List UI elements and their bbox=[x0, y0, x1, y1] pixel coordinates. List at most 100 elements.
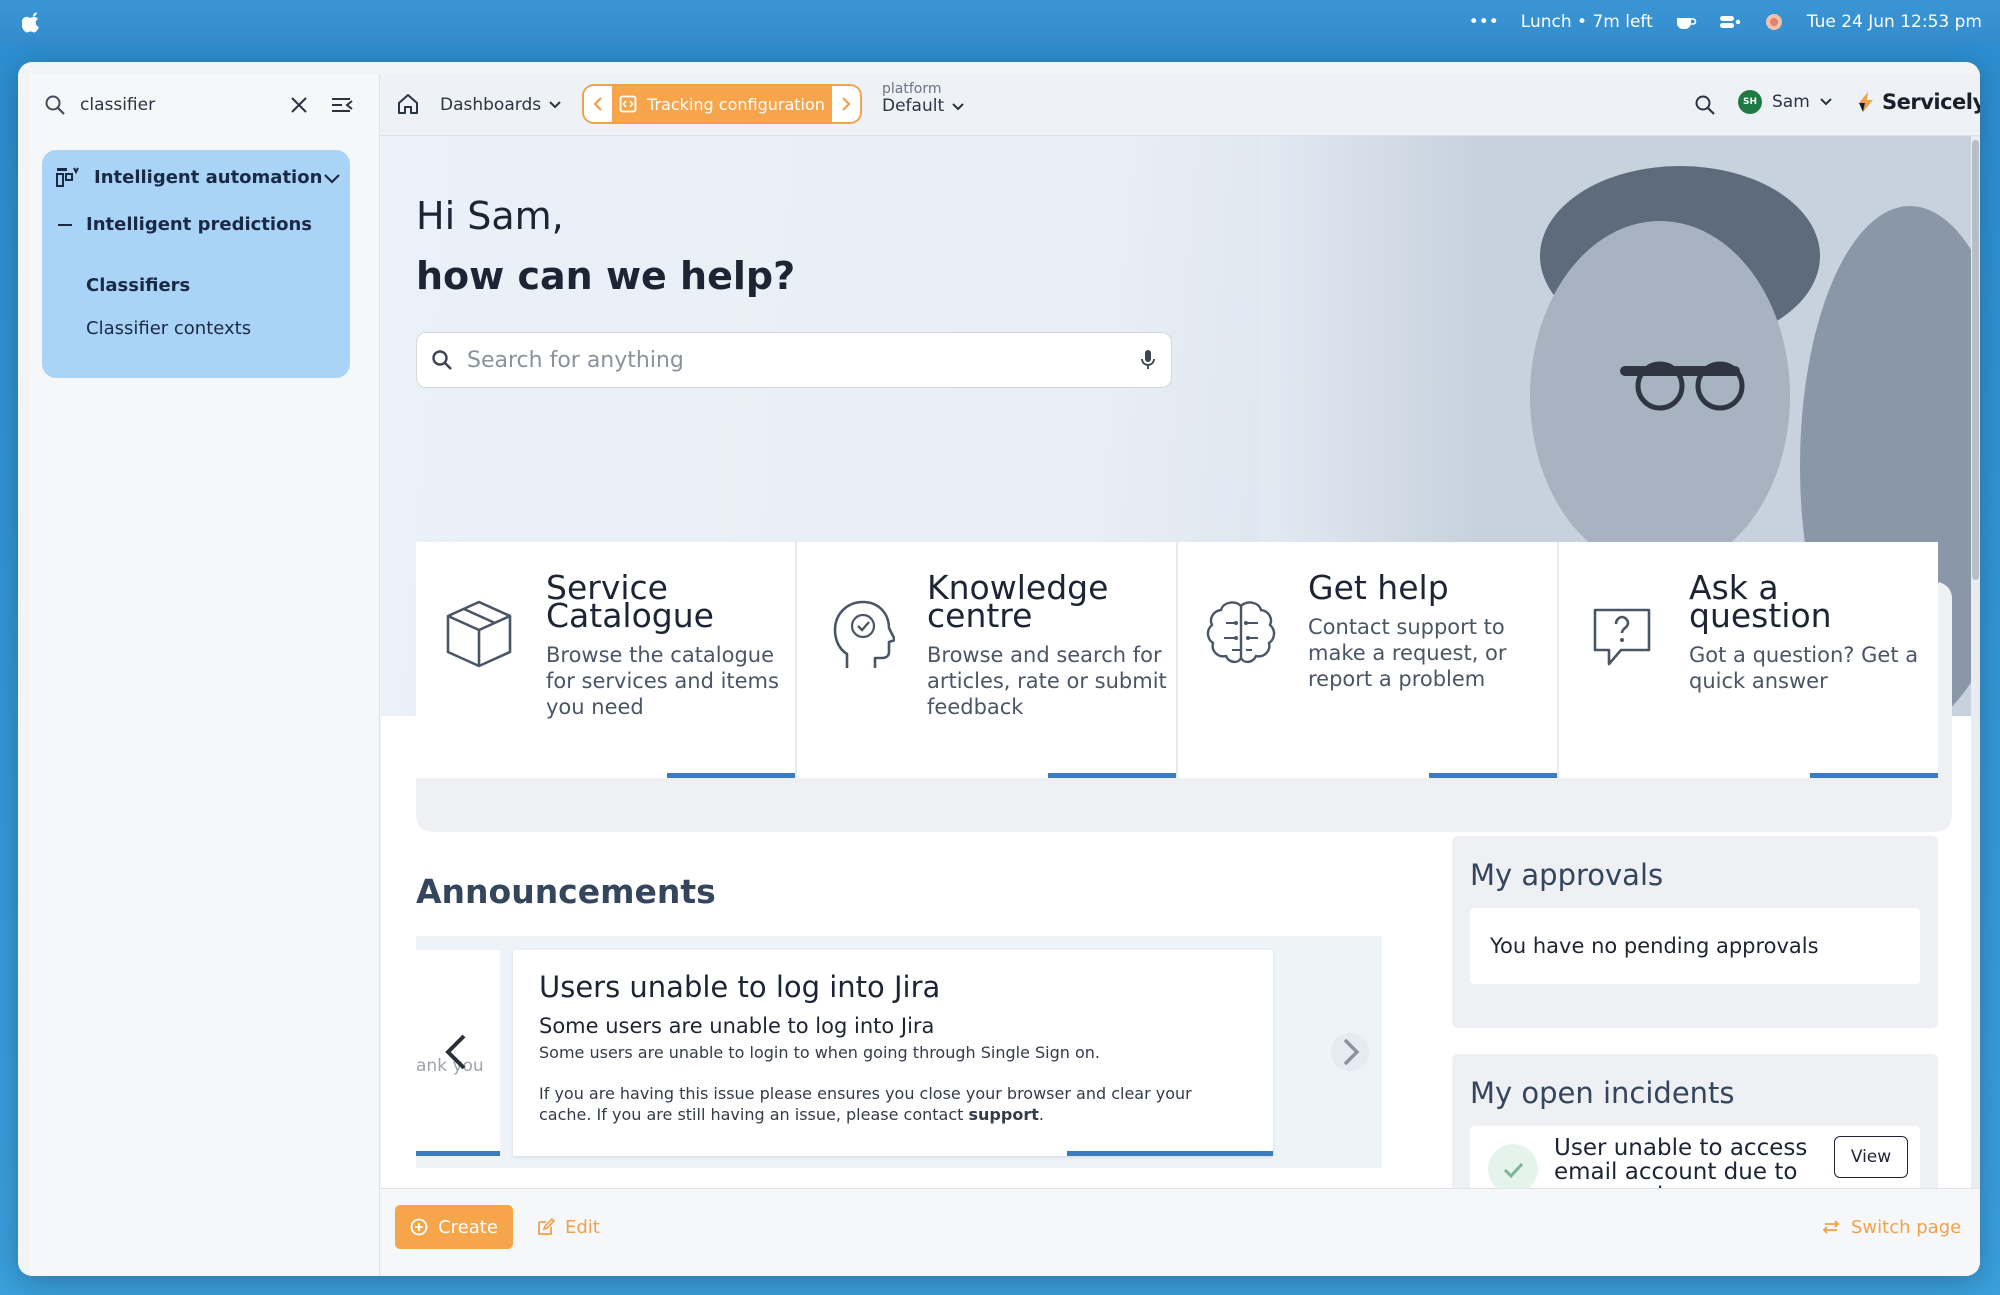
chevron-down-icon bbox=[549, 101, 561, 109]
chevron-right-icon bbox=[842, 97, 851, 111]
brand-name: Servicely bbox=[1882, 90, 1980, 114]
search-icon[interactable] bbox=[1694, 94, 1716, 116]
user-name: Sam bbox=[1772, 92, 1810, 112]
app-window: Dashboards Tracking configuration platfo… bbox=[18, 62, 1980, 1276]
incident-title: User unable to access email account due … bbox=[1554, 1135, 1808, 1188]
tracking-prev-button[interactable] bbox=[584, 86, 612, 122]
hero-search-bar bbox=[416, 332, 1172, 388]
tile-get-help[interactable]: Get help Contact support to make a reque… bbox=[1178, 542, 1559, 778]
platform-value: Default bbox=[882, 96, 945, 117]
menubar-lunch-status[interactable]: Lunch • 7m left bbox=[1521, 12, 1653, 32]
create-button[interactable]: Create bbox=[395, 1205, 513, 1249]
dashboards-dropdown[interactable]: Dashboards bbox=[440, 88, 561, 122]
tracking-configuration-control: Tracking configuration bbox=[582, 84, 862, 124]
chevron-down-icon bbox=[1820, 98, 1832, 106]
dashboards-label: Dashboards bbox=[440, 95, 542, 115]
coffee-icon[interactable] bbox=[1675, 13, 1697, 31]
incidents-title: My open incidents bbox=[1470, 1076, 1735, 1110]
main-content: Hi Sam, how can we help? Service Catalog… bbox=[381, 136, 1980, 1188]
tile-accent-bar bbox=[1810, 773, 1938, 778]
chevron-left-icon bbox=[593, 97, 602, 111]
tile-accent-bar bbox=[1048, 773, 1176, 778]
plus-circle-icon bbox=[410, 1218, 428, 1236]
announcement-body-2-text: If you are having this issue please ensu… bbox=[539, 1084, 1192, 1124]
view-incident-button[interactable]: View bbox=[1834, 1136, 1908, 1178]
carousel-next-icon[interactable] bbox=[1330, 1028, 1370, 1076]
my-open-incidents-widget: My open incidents User unable to access … bbox=[1452, 1054, 1938, 1188]
config-icon bbox=[619, 95, 637, 113]
close-icon[interactable] bbox=[288, 94, 310, 116]
microphone-icon[interactable] bbox=[1139, 348, 1157, 372]
announcements-title: Announcements bbox=[416, 872, 716, 911]
box-icon bbox=[446, 600, 512, 668]
sidebar-item-classifier-contexts[interactable]: Classifier contexts bbox=[86, 318, 251, 339]
question-bubble-icon bbox=[1593, 608, 1651, 666]
apple-icon[interactable] bbox=[22, 11, 42, 33]
edit-button[interactable]: Edit bbox=[537, 1205, 600, 1249]
create-label: Create bbox=[438, 1216, 498, 1238]
control-center-icon[interactable] bbox=[1719, 13, 1741, 31]
tile-title: question bbox=[1689, 596, 1832, 635]
brand-logo[interactable]: Servicely bbox=[1856, 90, 1980, 114]
incident-item[interactable]: User unable to access email account due … bbox=[1470, 1126, 1920, 1188]
announcement-body-2-end: . bbox=[1038, 1105, 1044, 1124]
sidebar-section-intelligent-automation[interactable]: Intelligent automation bbox=[56, 166, 340, 188]
approvals-empty-state: You have no pending approvals bbox=[1470, 908, 1920, 984]
menubar-datetime[interactable]: Tue 24 Jun 12:53 pm bbox=[1807, 12, 1982, 32]
announcement-body-2: If you are having this issue please ensu… bbox=[539, 1083, 1247, 1125]
collapse-menu-icon[interactable] bbox=[330, 94, 354, 116]
carousel-prev-icon[interactable] bbox=[440, 1032, 470, 1072]
menubar-more[interactable]: ••• bbox=[1469, 12, 1499, 32]
check-icon bbox=[1488, 1144, 1538, 1188]
sidebar-search-box bbox=[30, 74, 380, 136]
tile-knowledge-centre[interactable]: Knowledge centre Browse and search for a… bbox=[797, 542, 1178, 778]
tile-description: Browse and search for articles, rate or … bbox=[927, 643, 1167, 719]
tile-accent-bar bbox=[1429, 773, 1557, 778]
sidebar-search-input[interactable] bbox=[80, 95, 280, 115]
sidebar-item-classifiers[interactable]: Classifiers bbox=[86, 275, 190, 296]
macos-menubar: ••• Lunch • 7m left Tue 24 Jun 12:53 pm bbox=[0, 0, 2000, 44]
tracking-next-button[interactable] bbox=[832, 86, 860, 122]
home-icon[interactable] bbox=[396, 92, 420, 116]
tile-title: Get help bbox=[1308, 568, 1449, 607]
switch-page-button[interactable]: Switch page bbox=[1821, 1205, 1961, 1249]
tile-accent-bar bbox=[667, 773, 795, 778]
hero-search-input[interactable] bbox=[467, 347, 1139, 373]
greeting-line-2: how can we help? bbox=[416, 254, 796, 298]
tile-title: Catalogue bbox=[546, 596, 714, 635]
head-check-icon bbox=[833, 600, 895, 668]
tracking-configuration-button[interactable]: Tracking configuration bbox=[612, 86, 832, 122]
sidebar-nav-card: Intelligent automation Intelligent predi… bbox=[42, 150, 350, 378]
card-accent-bar bbox=[1067, 1151, 1273, 1156]
tile-service-catalogue[interactable]: Service Catalogue Browse the catalogue f… bbox=[416, 542, 797, 778]
scrollbar-thumb[interactable] bbox=[1972, 140, 1979, 580]
platform-label: platform bbox=[882, 81, 942, 97]
sidebar-subsection-intelligent-predictions[interactable]: Intelligent predictions bbox=[58, 214, 312, 235]
bottom-action-bar: Create Edit Switch page bbox=[381, 1188, 1980, 1276]
user-avatar-icon[interactable] bbox=[1763, 13, 1785, 31]
announcements-carousel: ank you Users unable to log into Jira So… bbox=[416, 936, 1382, 1168]
switch-arrows-icon bbox=[1822, 1220, 1840, 1234]
chevron-down-icon bbox=[324, 174, 340, 184]
search-icon bbox=[432, 350, 452, 370]
approvals-title: My approvals bbox=[1470, 858, 1664, 892]
platform-selector[interactable]: platform Default bbox=[882, 81, 964, 117]
tile-description: Contact support to make a request, or re… bbox=[1308, 615, 1507, 691]
sidebar-subsection-label: Intelligent predictions bbox=[86, 214, 312, 235]
tile-description: Browse the catalogue for services and it… bbox=[546, 643, 779, 719]
announcement-card[interactable]: Users unable to log into Jira Some users… bbox=[513, 950, 1273, 1156]
user-menu[interactable]: SH Sam bbox=[1738, 90, 1832, 114]
announcement-heading: Users unable to log into Jira bbox=[539, 970, 941, 1004]
edit-label: Edit bbox=[565, 1216, 600, 1238]
tracking-label: Tracking configuration bbox=[647, 94, 825, 114]
switch-page-label: Switch page bbox=[1851, 1216, 1962, 1238]
tile-ask-a-question[interactable]: Ask a question Got a question? Get a qui… bbox=[1559, 542, 1938, 778]
top-bar: Dashboards Tracking configuration platfo… bbox=[30, 74, 1980, 136]
minus-icon bbox=[58, 223, 72, 226]
chevron-down-icon bbox=[952, 103, 964, 111]
quick-action-tiles: Service Catalogue Browse the catalogue f… bbox=[416, 542, 1938, 778]
support-link[interactable]: support bbox=[969, 1105, 1039, 1124]
automation-icon bbox=[56, 167, 79, 187]
announcement-subheading: Some users are unable to log into Jira bbox=[539, 1014, 935, 1038]
search-icon bbox=[45, 95, 65, 115]
